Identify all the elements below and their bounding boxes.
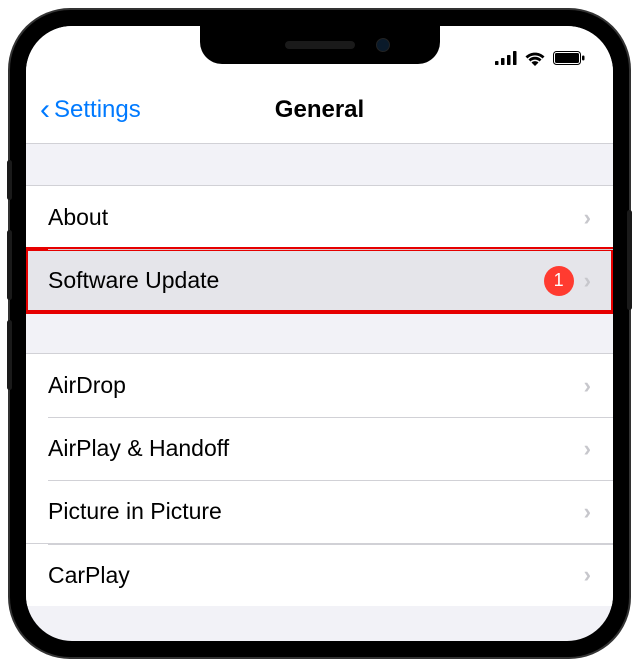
back-label: Settings — [54, 96, 141, 124]
chevron-right-icon: › — [584, 499, 591, 525]
section-spacer — [26, 144, 613, 186]
front-camera — [376, 38, 390, 52]
battery-icon — [553, 51, 585, 65]
row-carplay[interactable]: CarPlay › — [26, 543, 613, 606]
mute-switch — [7, 160, 12, 200]
section-spacer — [26, 312, 613, 354]
back-button[interactable]: ‹ Settings — [40, 95, 141, 125]
row-software-update[interactable]: Software Update 1 › — [26, 249, 613, 312]
row-label: About — [48, 204, 574, 231]
chevron-right-icon: › — [584, 268, 591, 294]
volume-up-button — [7, 230, 12, 300]
power-button — [627, 210, 632, 310]
chevron-right-icon: › — [584, 205, 591, 231]
cellular-signal-icon — [495, 51, 517, 65]
chevron-left-icon: ‹ — [40, 95, 50, 125]
row-label: CarPlay — [48, 562, 574, 589]
notification-badge: 1 — [544, 266, 574, 296]
volume-down-button — [7, 320, 12, 390]
notch — [200, 26, 440, 64]
row-airdrop[interactable]: AirDrop › — [26, 354, 613, 417]
row-airplay-handoff[interactable]: AirPlay & Handoff › — [26, 417, 613, 480]
row-about[interactable]: About › — [26, 186, 613, 249]
row-label: AirDrop — [48, 372, 574, 399]
speaker-grille — [285, 41, 355, 49]
row-label: Picture in Picture — [48, 498, 574, 525]
chevron-right-icon: › — [584, 373, 591, 399]
screen: ‹ Settings General About › Software Upda… — [26, 26, 613, 641]
settings-group-2: AirDrop › AirPlay & Handoff › Picture in… — [26, 354, 613, 606]
chevron-right-icon: › — [584, 562, 591, 588]
nav-bar: ‹ Settings General — [26, 76, 613, 144]
wifi-icon — [524, 50, 546, 66]
chevron-right-icon: › — [584, 436, 591, 462]
row-label: Software Update — [48, 267, 544, 294]
row-picture-in-picture[interactable]: Picture in Picture › — [26, 480, 613, 543]
row-label: AirPlay & Handoff — [48, 435, 574, 462]
phone-frame: ‹ Settings General About › Software Upda… — [10, 10, 629, 657]
settings-group-1: About › Software Update 1 › — [26, 186, 613, 312]
